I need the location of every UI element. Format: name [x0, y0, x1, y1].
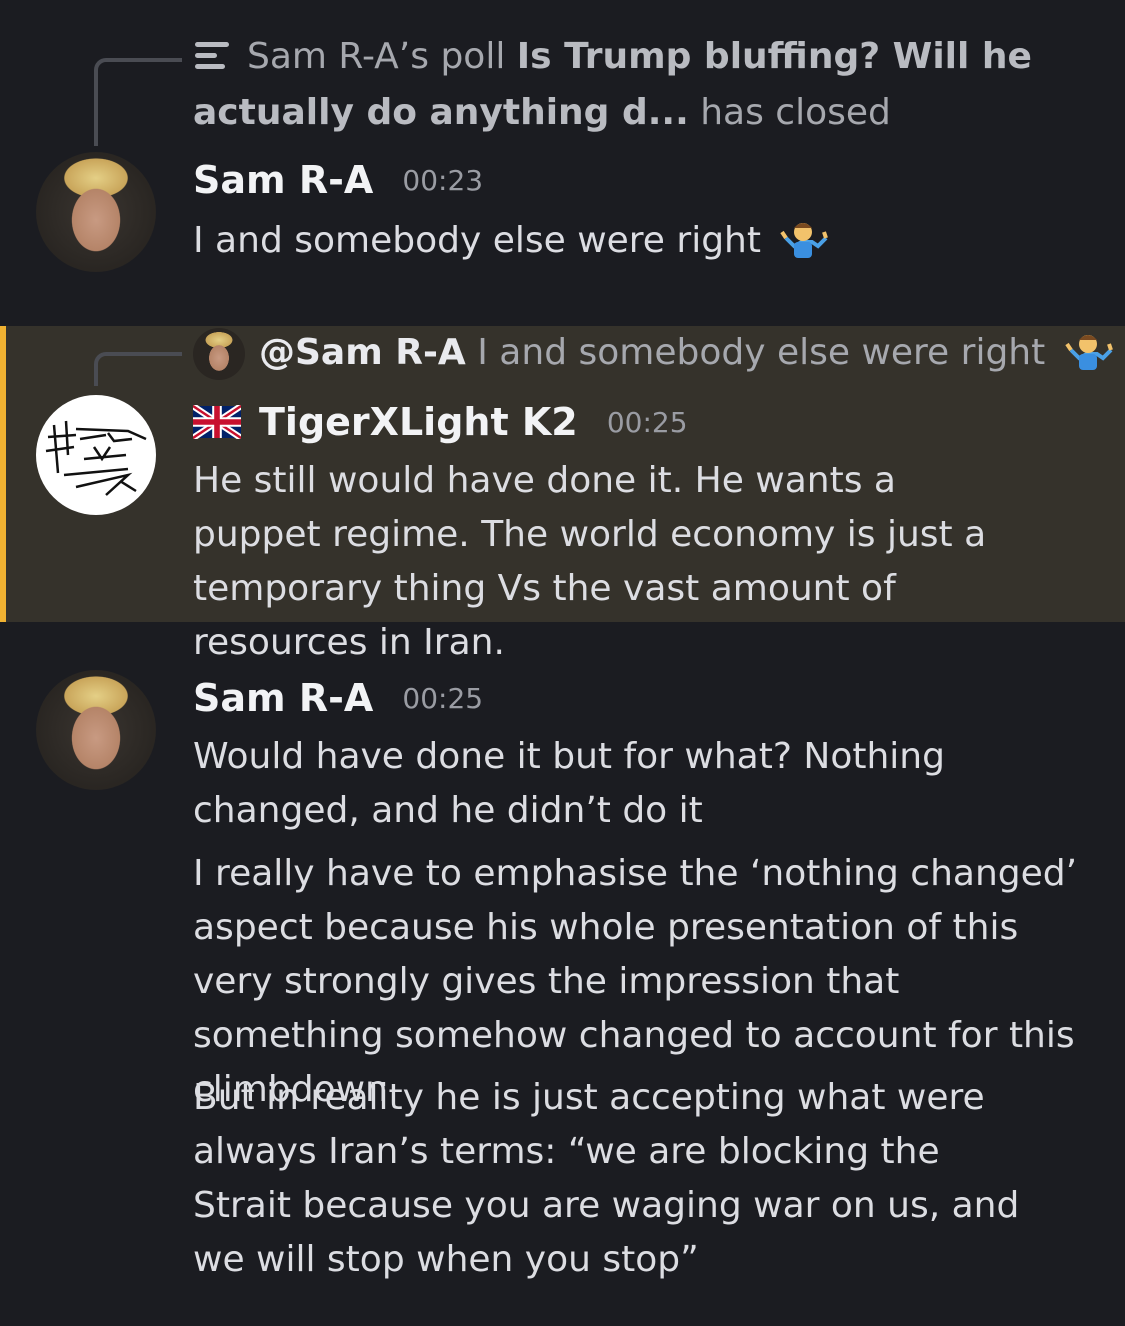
- poll-icon: [195, 42, 229, 69]
- message-text: He still would have done it. He wants a …: [193, 460, 987, 663]
- avatar[interactable]: [36, 670, 156, 790]
- avatar[interactable]: [36, 395, 156, 515]
- poll-suffix: has closed: [700, 92, 891, 133]
- poll-question-cont[interactable]: actually do anything d...: [193, 92, 689, 133]
- uk-flag-icon: [193, 405, 241, 439]
- person-shrugging-icon: [780, 223, 829, 258]
- poll-closed-notice[interactable]: Sam R-A’s poll Is Trump bluffing? Will h…: [193, 30, 1032, 84]
- reply-avatar: [193, 328, 245, 380]
- poll-prefix: Sam R-A’s poll: [247, 36, 506, 77]
- username[interactable]: Sam R-A: [193, 158, 373, 202]
- reply-spine: [94, 352, 182, 386]
- message-text: Would have done it but for what? Nothing…: [193, 736, 945, 831]
- poll-question[interactable]: Is Trump bluffing? Will he: [517, 36, 1032, 77]
- message-header: TigerXLight K2 00:25: [193, 400, 688, 444]
- username[interactable]: Sam R-A: [193, 676, 373, 720]
- timestamp: 00:23: [402, 163, 484, 197]
- poll-notice-line2: actually do anything d... has closed: [193, 86, 891, 140]
- username[interactable]: TigerXLight K2: [259, 400, 578, 444]
- timestamp: 00:25: [402, 681, 484, 715]
- message-text: But in reality he is just accepting what…: [193, 1077, 1020, 1280]
- message-content: I and somebody else were right: [193, 214, 1093, 268]
- message-header: Sam R-A 00:25: [193, 676, 483, 720]
- reply-text: I and somebody else were right: [477, 332, 1046, 373]
- person-shrugging-icon: [1065, 335, 1113, 370]
- avatar[interactable]: [36, 152, 156, 272]
- chat-view: Sam R-A’s poll Is Trump bluffing? Will h…: [0, 0, 1125, 1326]
- message-text: I and somebody else were right: [193, 220, 761, 261]
- message-header: Sam R-A 00:23: [193, 158, 483, 202]
- timestamp: 00:25: [606, 405, 688, 439]
- scribble-avatar-icon: [45, 420, 147, 496]
- reply-mention[interactable]: @Sam R-A: [259, 332, 466, 373]
- reply-spine: [94, 58, 182, 146]
- reply-preview[interactable]: @Sam R-A I and somebody else were right: [193, 326, 1113, 380]
